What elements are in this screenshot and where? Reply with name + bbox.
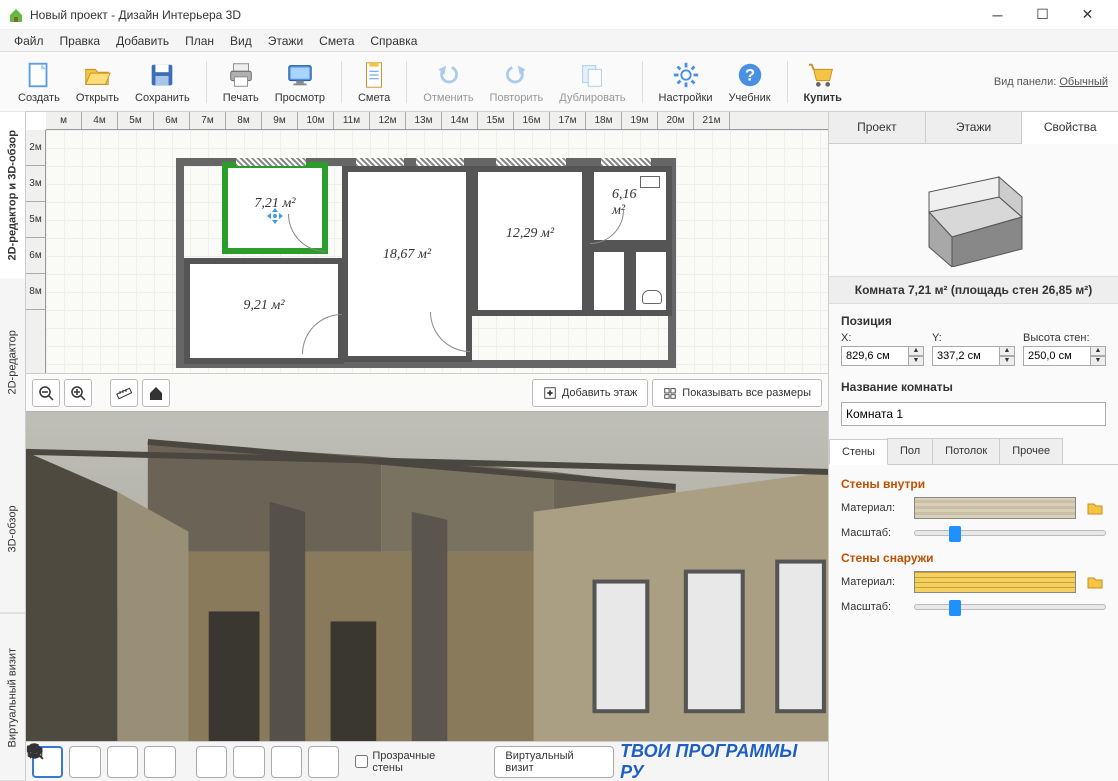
material-tabs: Стены Пол Потолок Прочее [829,438,1118,465]
x-input[interactable]: ▲▼ [841,346,924,366]
zoom-in-3d-button[interactable] [144,746,175,778]
zoom-in-button[interactable] [64,379,92,407]
move-icon[interactable] [267,208,283,224]
virtual-visit-button[interactable]: Виртуальный визит [494,746,614,778]
menu-file[interactable]: Файл [6,32,52,50]
tab-walls[interactable]: Стены [829,439,888,465]
settings-button[interactable]: Настройки [651,58,721,106]
estimate-button[interactable]: Смета [350,58,398,106]
position-label: Позиция [841,314,1106,328]
tab-floors[interactable]: Этажи [926,112,1023,143]
ruler-horizontal: м4м5м6м7м8м9м10м11м12м13м14м15м16м17м18м… [46,112,828,130]
redo-button[interactable]: Повторить [482,58,552,106]
outside-material-swatch[interactable] [914,571,1076,593]
zoom-out-3d-button[interactable] [107,746,138,778]
buy-button[interactable]: Купить [796,58,850,106]
transparent-walls-check[interactable]: Прозрачные стены [355,750,466,774]
tab-floor[interactable]: Пол [887,438,933,464]
room-name-input[interactable] [841,402,1106,426]
room-preview [841,162,1106,272]
menu-plan[interactable]: План [177,32,222,50]
room-4[interactable]: 6,16 м² [588,166,672,246]
watermark: ТВОИ ПРОГРАММЫ РУ [620,741,822,781]
toolbar: Создать Открыть Сохранить Печать Просмот… [0,52,1118,112]
tab-other[interactable]: Прочее [999,438,1063,464]
reset-view-button[interactable] [196,746,227,778]
y-input[interactable]: ▲▼ [932,346,1015,366]
top-view-button[interactable] [233,746,264,778]
panel-mode-link[interactable]: Обычный [1059,76,1108,88]
view-2d[interactable]: м4м5м6м7м8м9м10м11м12м13м14м15м16м17м18м… [26,112,828,412]
menu-view[interactable]: Вид [222,32,260,50]
height-input[interactable]: ▲▼ [1023,346,1106,366]
vtab-2d[interactable]: 2D-редактор [0,279,25,447]
outside-walls-title: Стены снаружи [841,551,1106,565]
tutorial-button[interactable]: ?Учебник [720,58,778,106]
undo-button[interactable]: Отменить [415,58,481,106]
view3d-toolbar: 360 Прозрачные стены Виртуальный визит Т… [26,741,828,781]
zoom-out-button[interactable] [32,379,60,407]
tab-ceiling[interactable]: Потолок [932,438,1000,464]
svg-text:?: ? [744,65,754,84]
inside-material-swatch[interactable] [914,497,1076,519]
sidepanel-tabs: Проект Этажи Свойства [829,112,1118,144]
room-2[interactable]: 18,67 м² [342,166,472,362]
vtab-3d[interactable]: 3D-обзор [0,446,25,614]
room-title: Комната 7,21 м² (площадь стен 26,85 м²) [829,276,1118,304]
outside-material-browse[interactable] [1084,571,1106,593]
menu-edit[interactable]: Правка [52,32,109,50]
menubar: Файл Правка Добавить План Вид Этажи Смет… [0,30,1118,52]
view2d-toolbar: Добавить этаж Показывать все размеры [26,373,828,411]
view-3d[interactable]: 360 Прозрачные стены Виртуальный визит Т… [26,412,828,781]
light-button[interactable] [271,746,302,778]
close-button[interactable]: ✕ [1065,0,1110,29]
inside-walls-title: Стены внутри [841,477,1106,491]
floor-plan[interactable]: 7,21 м² 9,21 м² 18,67 м² 12,29 м² [46,130,828,373]
tab-project[interactable]: Проект [829,112,926,143]
pan-button[interactable] [69,746,100,778]
ruler-vertical: 2м3м5м6м8м [26,130,46,373]
room-aux2[interactable] [630,246,672,316]
inside-material-browse[interactable] [1084,497,1106,519]
measure-button[interactable] [110,379,138,407]
room-aux1[interactable] [588,246,630,316]
open-button[interactable]: Открыть [68,58,127,106]
add-floor-button[interactable]: Добавить этаж [532,379,648,407]
outside-scale-slider[interactable] [914,604,1106,610]
room-1[interactable]: 7,21 м² [222,162,328,254]
vtab-2d3d[interactable]: 2D-редактор и 3D-обзор [0,112,25,279]
menu-help[interactable]: Справка [362,32,425,50]
maximize-button[interactable]: ☐ [1020,0,1065,29]
vtab-virtual[interactable]: Виртуальный визит [0,614,25,781]
inside-scale-slider[interactable] [914,530,1106,536]
show-dims-button[interactable]: Показывать все размеры [652,379,822,407]
menu-estimate[interactable]: Смета [311,32,362,50]
tab-properties[interactable]: Свойства [1022,112,1118,144]
screenshot-button[interactable] [308,746,339,778]
print-button[interactable]: Печать [215,58,267,106]
app-icon [8,7,24,23]
save-button[interactable]: Сохранить [127,58,198,106]
titlebar: Новый проект - Дизайн Интерьера 3D ─ ☐ ✕ [0,0,1118,30]
window-title: Новый проект - Дизайн Интерьера 3D [30,8,975,22]
create-button[interactable]: Создать [10,58,68,106]
menu-floors[interactable]: Этажи [260,32,311,50]
home-button[interactable] [142,379,170,407]
vertical-tabs: 2D-редактор и 3D-обзор 2D-редактор 3D-об… [0,112,26,781]
name-label: Название комнаты [841,380,1106,394]
sidepanel: Проект Этажи Свойства Комната 7,21 м² (п… [828,112,1118,781]
preview-button[interactable]: Просмотр [267,58,333,106]
minimize-button[interactable]: ─ [975,0,1020,29]
room-5[interactable]: 9,21 м² [184,258,344,364]
panel-mode: Вид панели: Обычный [994,76,1108,88]
duplicate-button[interactable]: Дублировать [551,58,633,106]
menu-add[interactable]: Добавить [108,32,177,50]
room-3[interactable]: 12,29 м² [472,166,588,316]
